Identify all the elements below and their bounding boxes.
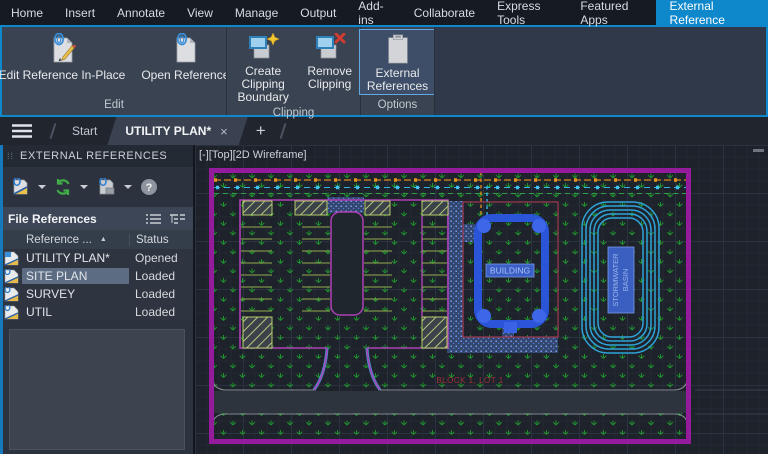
dwg-file-icon: [0, 251, 22, 266]
file-tab-utility-plan[interactable]: UTILITY PLAN* ×: [107, 117, 247, 145]
drawing-canvas[interactable]: BUILDING STORMWATER BASIN: [195, 145, 768, 454]
edit-reference-in-place-button[interactable]: Edit Reference In-Place: [0, 29, 133, 84]
create-clipping-boundary-icon: [246, 33, 280, 63]
palette-grip-icon: ⁞⁞: [7, 151, 14, 161]
external-references-icon: [382, 33, 414, 65]
hamburger-menu-icon[interactable]: [0, 117, 44, 145]
file-status: Loaded: [129, 269, 193, 283]
change-path-icon[interactable]: [96, 178, 116, 196]
palette-title-bar[interactable]: ⁞⁞ EXTERNAL REFERENCES: [0, 145, 193, 167]
tab-insert[interactable]: Insert: [54, 0, 106, 25]
attach-dropdown-caret[interactable]: [38, 185, 46, 189]
file-name: UTILITY PLAN*: [22, 250, 129, 266]
file-row-survey[interactable]: SURVEY Loaded: [0, 285, 193, 303]
external-references-button[interactable]: External References: [359, 29, 436, 95]
ribbon: Edit Reference In-Place Open Reference E…: [0, 25, 768, 117]
column-header-reference[interactable]: Reference ... ▲: [0, 234, 129, 246]
dwg-xref-file-icon: [0, 287, 22, 302]
tab-collaborate[interactable]: Collaborate: [403, 0, 486, 25]
remove-clipping-button[interactable]: Remove Clipping: [299, 29, 360, 93]
ribbon-tab-bar: Home Insert Annotate View Manage Output …: [0, 0, 768, 25]
list-view-icon[interactable]: [146, 213, 161, 225]
block-lot-label: BLOCK 1, LOT 1: [436, 376, 503, 385]
tab-view[interactable]: View: [176, 0, 224, 25]
file-list-column-headers: Reference ... ▲ Status: [0, 230, 193, 249]
file-references-title: File References: [8, 212, 146, 226]
file-tab-bar: Start UTILITY PLAN* × +: [0, 117, 768, 145]
refresh-icon[interactable]: [54, 178, 72, 196]
tab-home[interactable]: Home: [0, 0, 54, 25]
attach-reference-icon[interactable]: [10, 178, 30, 196]
file-tab-start[interactable]: Start: [62, 117, 107, 145]
file-status: Loaded: [129, 305, 193, 319]
create-clipping-boundary-button[interactable]: Create Clipping Boundary: [227, 29, 299, 106]
ribbon-panel-edit: Edit Reference In-Place Open Reference E…: [2, 27, 226, 115]
edit-reference-icon: [45, 33, 79, 67]
file-row-util[interactable]: UTIL Loaded: [0, 303, 193, 321]
tab-annotate[interactable]: Annotate: [106, 0, 176, 25]
external-references-label: External References: [367, 67, 428, 93]
tab-divider: [50, 123, 57, 139]
basin-label-line1: STORMWATER: [611, 253, 620, 307]
close-tab-icon[interactable]: ×: [220, 124, 228, 139]
svg-text:?: ?: [146, 182, 153, 194]
building-label: BUILDING: [490, 266, 530, 276]
sort-ascending-icon: ▲: [100, 236, 107, 243]
open-reference-icon: [168, 33, 202, 67]
tab-divider: [279, 123, 286, 139]
reference-column-label: Reference ...: [26, 234, 92, 246]
file-row-utility-plan[interactable]: UTILITY PLAN* Opened: [0, 249, 193, 267]
ribbon-empty-area: [435, 27, 766, 115]
tab-express-tools[interactable]: Express Tools: [486, 0, 569, 25]
file-status: Opened: [129, 251, 193, 265]
tab-featured-apps[interactable]: Featured Apps: [569, 0, 655, 25]
file-status: Loaded: [129, 287, 193, 301]
tree-view-icon[interactable]: [170, 213, 185, 225]
dwg-xref-file-icon: [0, 269, 22, 284]
palette-title: EXTERNAL REFERENCES: [20, 150, 167, 162]
tab-output[interactable]: Output: [289, 0, 347, 25]
tab-add-ins[interactable]: Add-ins: [347, 0, 402, 25]
panel-label-options: Options: [361, 98, 434, 115]
file-name: UTIL: [22, 304, 129, 320]
refresh-dropdown-caret[interactable]: [80, 185, 88, 189]
ribbon-panel-options: External References Options: [361, 27, 434, 115]
column-header-status[interactable]: Status: [129, 234, 193, 246]
remove-clipping-icon: [313, 33, 347, 63]
edit-reference-in-place-label: Edit Reference In-Place: [0, 69, 125, 82]
help-icon[interactable]: ?: [140, 178, 158, 196]
ribbon-panel-clipping: Create Clipping Boundary Remove Clipping…: [227, 27, 360, 115]
main-area: ⁞⁞ EXTERNAL REFERENCES: [0, 145, 768, 454]
reference-detail-pane: [9, 329, 185, 450]
palette-toolbar: ?: [0, 167, 193, 207]
change-path-dropdown-caret[interactable]: [124, 185, 132, 189]
palette-edge-bar[interactable]: [0, 145, 3, 454]
create-clipping-boundary-label: Create Clipping Boundary: [235, 65, 291, 104]
tab-external-reference[interactable]: External Reference: [656, 0, 768, 25]
panel-label-edit: Edit: [2, 98, 226, 115]
file-name: SURVEY: [22, 286, 129, 302]
dwg-xref-file-icon: [0, 305, 22, 320]
file-name: SITE PLAN: [22, 268, 129, 284]
basin-label-line2: BASIN: [621, 269, 630, 292]
file-tab-label: UTILITY PLAN*: [125, 124, 211, 138]
open-reference-label: Open Reference: [141, 69, 229, 82]
file-row-site-plan[interactable]: SITE PLAN Loaded: [0, 267, 193, 285]
file-references-header: File References: [0, 207, 193, 230]
open-reference-button[interactable]: Open Reference: [133, 29, 237, 84]
viewport-controls-label[interactable]: [-][Top][2D Wireframe]: [199, 149, 307, 161]
new-tab-button[interactable]: +: [248, 117, 274, 145]
remove-clipping-label: Remove Clipping: [307, 65, 352, 91]
tab-manage[interactable]: Manage: [224, 0, 289, 25]
file-references-list: UTILITY PLAN* Opened SITE PLAN Loaded SU…: [0, 249, 193, 321]
external-references-palette: ⁞⁞ EXTERNAL REFERENCES: [0, 145, 193, 454]
